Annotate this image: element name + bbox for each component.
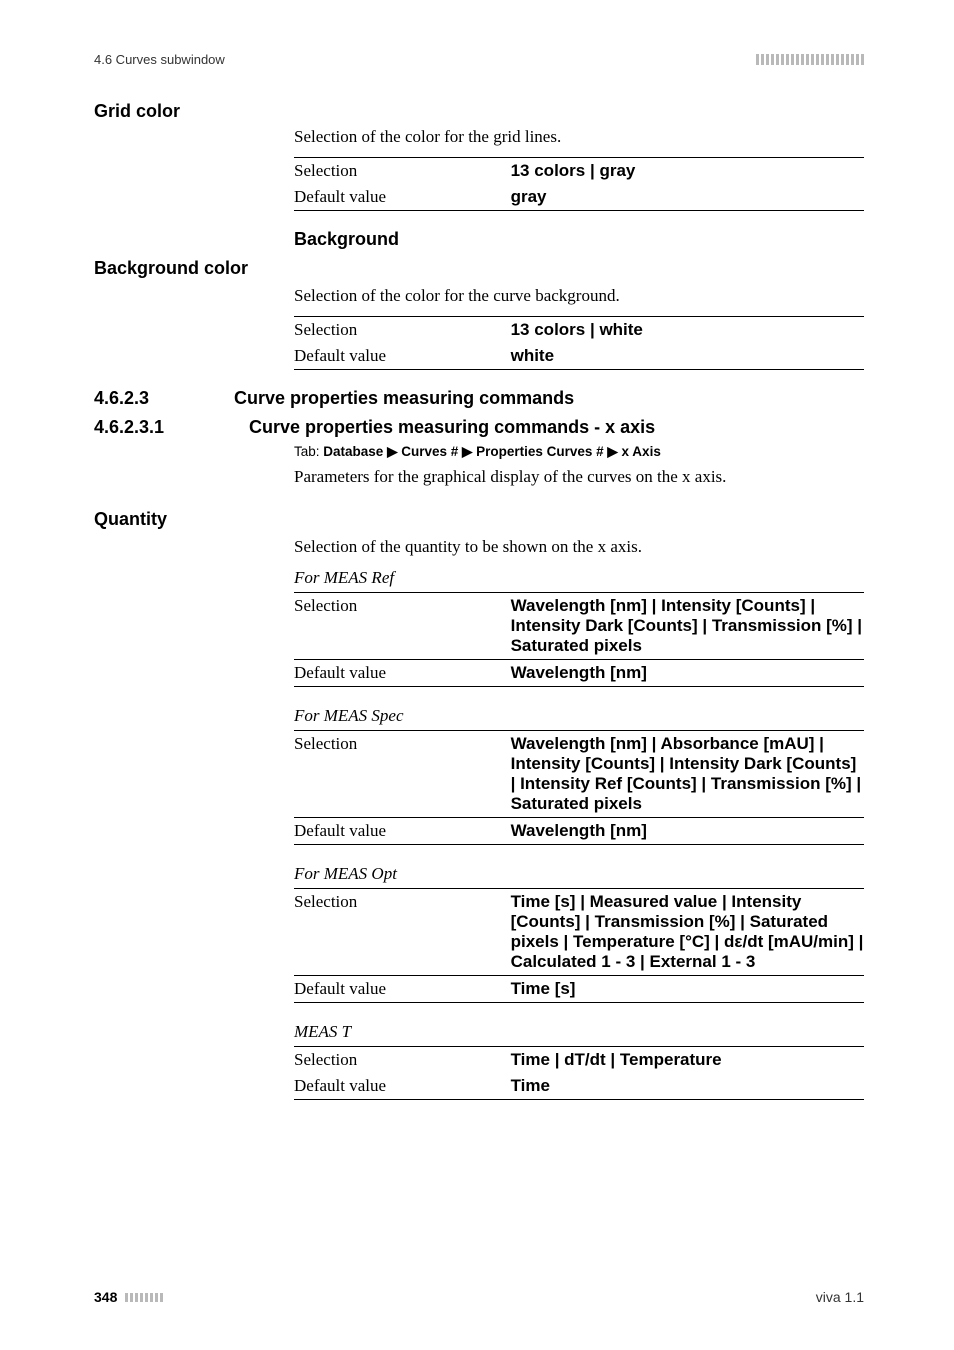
cell-value: Time [s] xyxy=(511,975,864,1002)
cell-label: Default value xyxy=(294,975,511,1002)
quantity-group-caption: For MEAS Spec xyxy=(294,705,864,728)
page-number-group: 348 xyxy=(94,1289,163,1305)
cell-value: Wavelength [nm] | Intensity [Counts] | I… xyxy=(511,592,864,659)
page-number: 348 xyxy=(94,1289,117,1305)
grid-color-desc: Selection of the color for the grid line… xyxy=(294,126,864,149)
background-color-title: Background color xyxy=(94,258,864,279)
cell-value: 13 colors | gray xyxy=(511,157,864,184)
quantity-desc: Selection of the quantity to be shown on… xyxy=(294,536,864,559)
section-title: Curve properties measuring commands - x … xyxy=(249,417,655,438)
cell-value: 13 colors | white xyxy=(511,316,864,343)
product-version: viva 1.1 xyxy=(816,1289,864,1305)
table-row: Selection 13 colors | white xyxy=(294,316,864,343)
cell-value: Wavelength [nm] xyxy=(511,817,864,844)
cell-label: Default value xyxy=(294,817,511,844)
table-row: Default value Time xyxy=(294,1073,864,1100)
table-row: Selection 13 colors | gray xyxy=(294,157,864,184)
cell-label: Selection xyxy=(294,1046,511,1073)
quantity-group-caption: For MEAS Opt xyxy=(294,863,864,886)
tab-path: Tab: Database ▶ Curves # ▶ Properties Cu… xyxy=(294,444,864,460)
cell-label: Selection xyxy=(294,888,511,975)
section-46231-desc: Parameters for the graphical display of … xyxy=(294,466,864,489)
table-row: Default value Time [s] xyxy=(294,975,864,1002)
quantity-title: Quantity xyxy=(94,509,864,530)
section-4623: 4.6.2.3 Curve properties measuring comma… xyxy=(94,388,864,409)
cell-label: Selection xyxy=(294,157,511,184)
table-row: Default value gray xyxy=(294,184,864,211)
table-row: Selection Time [s] | Measured value | In… xyxy=(294,888,864,975)
background-color-desc: Selection of the color for the curve bac… xyxy=(294,285,864,308)
table-row: Default value white xyxy=(294,343,864,370)
cell-value: white xyxy=(511,343,864,370)
footer-ticks-icon xyxy=(125,1293,163,1302)
cell-label: Selection xyxy=(294,592,511,659)
cell-label: Selection xyxy=(294,316,511,343)
running-head: 4.6 Curves subwindow xyxy=(94,52,864,67)
quantity-group-table: Selection Wavelength [nm] | Absorbance [… xyxy=(294,730,864,845)
page-footer: 348 viva 1.1 xyxy=(94,1289,864,1305)
cell-label: Selection xyxy=(294,730,511,817)
header-ticks-icon xyxy=(756,54,864,65)
section-title: Curve properties measuring commands xyxy=(234,388,574,409)
cell-label: Default value xyxy=(294,659,511,686)
grid-color-table: Selection 13 colors | gray Default value… xyxy=(294,157,864,211)
background-heading: Background xyxy=(294,229,864,250)
cell-value: Time | dT/dt | Temperature xyxy=(511,1046,864,1073)
table-row: Default value Wavelength [nm] xyxy=(294,817,864,844)
cell-label: Default value xyxy=(294,184,511,211)
table-row: Selection Wavelength [nm] | Absorbance [… xyxy=(294,730,864,817)
cell-value: Time [s] | Measured value | Intensity [C… xyxy=(511,888,864,975)
cell-label: Default value xyxy=(294,1073,511,1100)
quantity-group-table: Selection Time [s] | Measured value | In… xyxy=(294,888,864,1003)
cell-value: gray xyxy=(511,184,864,211)
table-row: Selection Wavelength [nm] | Intensity [C… xyxy=(294,592,864,659)
table-row: Default value Wavelength [nm] xyxy=(294,659,864,686)
cell-label: Default value xyxy=(294,343,511,370)
background-color-table: Selection 13 colors | white Default valu… xyxy=(294,316,864,370)
section-46231: 4.6.2.3.1 Curve properties measuring com… xyxy=(94,417,864,438)
table-row: Selection Time | dT/dt | Temperature xyxy=(294,1046,864,1073)
section-number: 4.6.2.3 xyxy=(94,388,194,409)
running-head-left: 4.6 Curves subwindow xyxy=(94,52,225,67)
quantity-group-caption: For MEAS Ref xyxy=(294,567,864,590)
quantity-group-table: Selection Time | dT/dt | Temperature Def… xyxy=(294,1046,864,1100)
quantity-group-table: Selection Wavelength [nm] | Intensity [C… xyxy=(294,592,864,687)
cell-value: Wavelength [nm] | Absorbance [mAU] | Int… xyxy=(511,730,864,817)
quantity-group-caption: MEAS T xyxy=(294,1021,864,1044)
grid-color-title: Grid color xyxy=(94,101,864,122)
section-number: 4.6.2.3.1 xyxy=(94,417,209,438)
cell-value: Wavelength [nm] xyxy=(511,659,864,686)
cell-value: Time xyxy=(511,1073,864,1100)
